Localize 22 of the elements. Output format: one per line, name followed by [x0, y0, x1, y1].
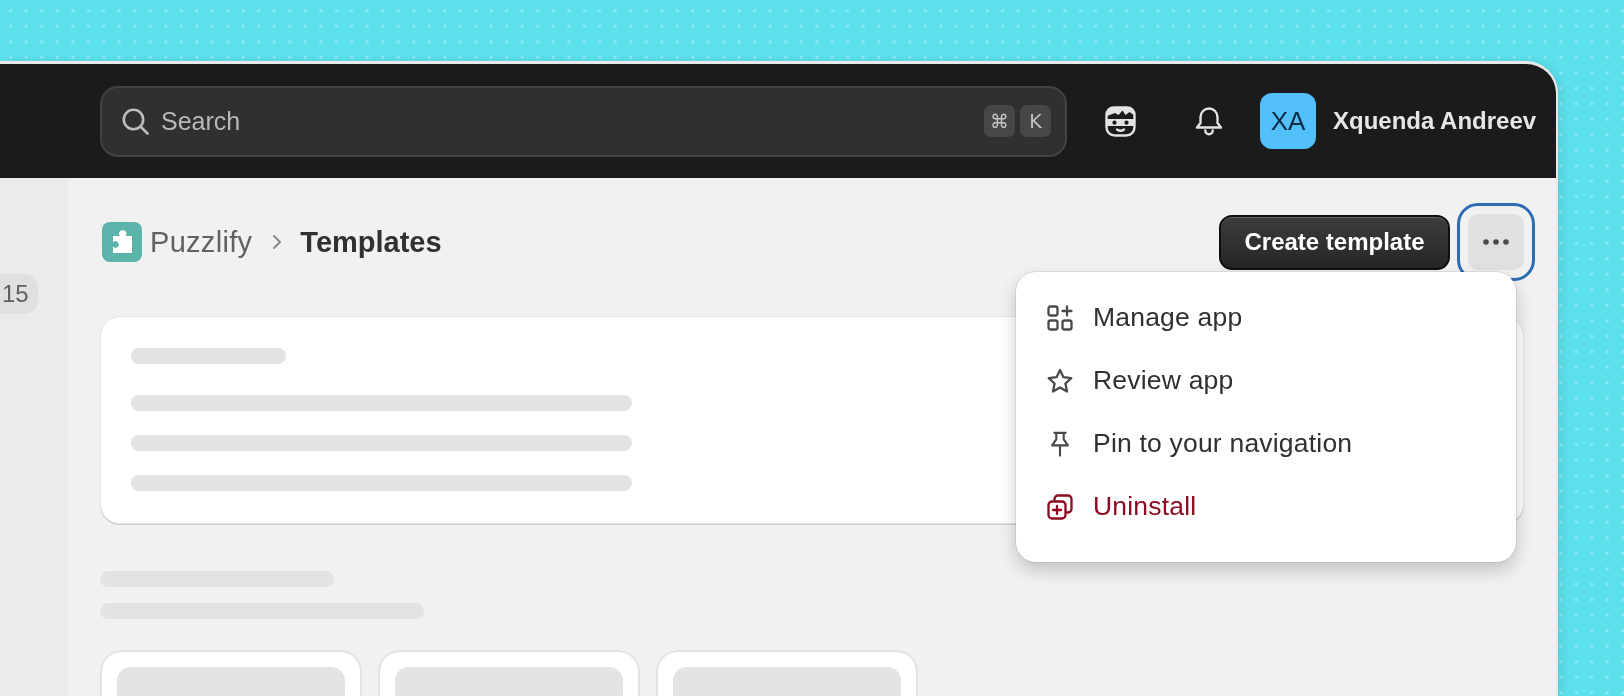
menu-item[interactable]: Manage app [1028, 286, 1504, 349]
keyboard-key: K [1020, 104, 1051, 137]
page-title: Templates [300, 225, 442, 259]
ellipsis-icon [1483, 239, 1509, 245]
grid-plus-icon [1047, 304, 1073, 331]
squares-plus-icon [1047, 493, 1073, 520]
bell-icon[interactable] [1194, 106, 1224, 136]
user-name[interactable]: Xquenda Andreev [1333, 107, 1537, 135]
menu-item[interactable]: Review app [1028, 349, 1504, 412]
breadcrumb-link[interactable]: Puzzlify [150, 225, 253, 259]
count-badge: 15 [0, 274, 38, 314]
chevron-right-icon [272, 234, 283, 250]
menu-item[interactable]: Uninstall [1028, 475, 1504, 538]
user-avatar[interactable]: XA [1260, 93, 1316, 149]
menu-item[interactable]: Pin to your navigation [1028, 412, 1504, 475]
keyboard-key: ⌘ [984, 104, 1015, 137]
star-icon [1047, 367, 1073, 394]
create-template-button[interactable]: Create template [1219, 214, 1450, 270]
masked-face-icon[interactable] [1105, 105, 1136, 137]
more-button[interactable] [1457, 203, 1535, 281]
puzzle-piece-icon [102, 222, 142, 262]
search-icon [122, 107, 149, 135]
